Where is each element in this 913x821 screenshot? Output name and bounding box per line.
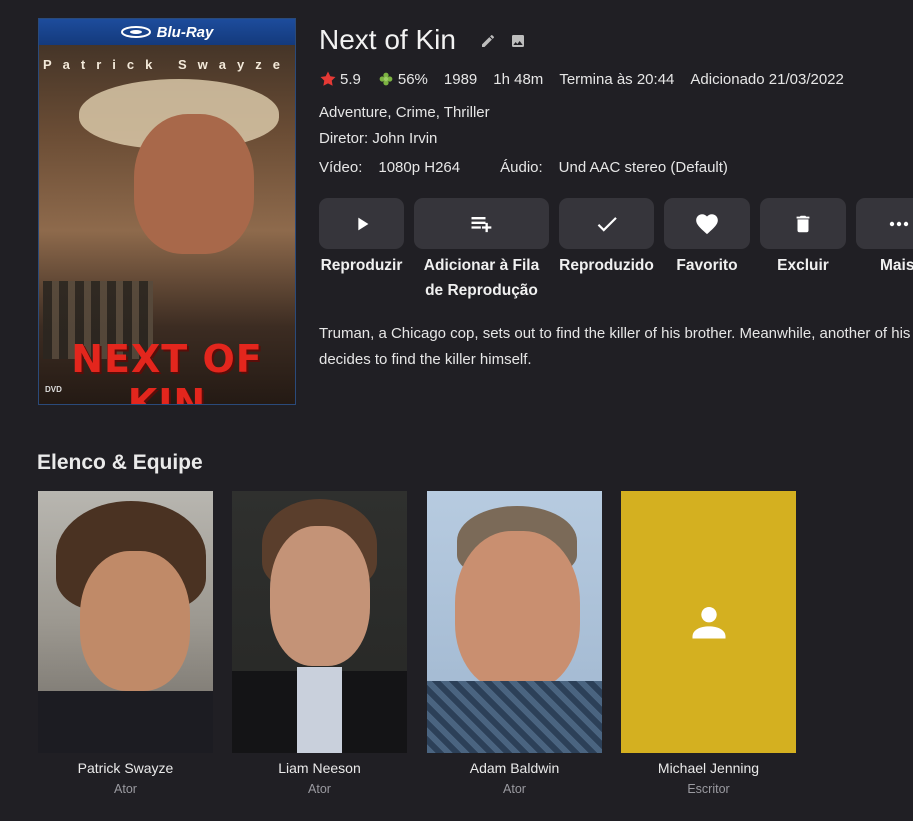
cast-card-liam-neeson[interactable]: [232, 491, 407, 753]
media-info: Vídeo: 1080p H264 Áudio: Und AAC stereo …: [319, 159, 728, 176]
poster-dvd-logo: DVD: [45, 385, 62, 394]
cast-role: Ator: [308, 782, 331, 796]
cast-role: Escritor: [687, 782, 730, 796]
overview-line-2: decides to find the killer himself.: [319, 351, 532, 368]
add-to-queue-button[interactable]: [414, 198, 549, 249]
movie-meta-row: 5.9 56% 1989 1h 48m Termina às 20:44 Adi…: [319, 70, 860, 88]
poster-face-art: [134, 114, 254, 254]
cast-role: Ator: [503, 782, 526, 796]
image-icon[interactable]: [510, 33, 526, 49]
heart-icon: [696, 213, 718, 234]
overview-line-1: Truman, a Chicago cop, sets out to find …: [319, 325, 913, 342]
portrait-face: [80, 551, 190, 691]
portrait-shirt: [38, 691, 213, 753]
favorite-button[interactable]: [664, 198, 750, 249]
critic-rating: 56%: [377, 70, 428, 88]
trash-icon: [796, 215, 810, 232]
portrait-shirt: [297, 667, 342, 753]
video-label: Vídeo:: [319, 159, 363, 176]
critic-rating-value: 56%: [397, 70, 428, 88]
director: Diretor: John Irvin: [319, 130, 438, 147]
cast-name[interactable]: Michael Jenning: [621, 760, 796, 776]
bluray-disc-icon: [120, 26, 151, 38]
more-button[interactable]: [856, 198, 913, 249]
delete-button[interactable]: [760, 198, 846, 249]
add-to-queue-label[interactable]: Adicionar à Fila de Reprodução: [414, 253, 549, 303]
cast-name[interactable]: Patrick Swayze: [38, 760, 213, 776]
movie-title: Next of Kin: [319, 24, 456, 55]
playlist-add-icon: [471, 216, 491, 232]
play-icon: [357, 217, 368, 230]
poster-actor-name: Patrick Swayze: [43, 57, 291, 72]
add-to-queue-label-line1: Adicionar à Fila: [423, 257, 540, 274]
audio-value: Und AAC stereo (Default): [558, 159, 728, 176]
more-label[interactable]: Mais: [880, 253, 913, 278]
audio-label: Áudio:: [500, 159, 543, 176]
release-year: 1989: [443, 70, 478, 88]
delete-label[interactable]: Excluir: [760, 253, 846, 278]
date-added: Adicionado 21/03/2022: [690, 70, 844, 88]
movie-poster[interactable]: Blu-Ray Patrick Swayze NEXT OF KIN DVD: [38, 18, 296, 405]
community-rating-value: 5.9: [340, 70, 361, 88]
play-button[interactable]: [319, 198, 404, 249]
check-icon: [597, 216, 617, 232]
movie-overview: Truman, a Chicago cop, sets out to find …: [319, 321, 913, 373]
more-horizontal-icon: [889, 221, 909, 226]
portrait-face: [270, 526, 370, 666]
community-rating: 5.9: [319, 70, 361, 88]
favorite-label[interactable]: Favorito: [664, 253, 750, 278]
play-label[interactable]: Reproduzir: [319, 253, 404, 278]
ends-at: Termina às 20:44: [559, 70, 675, 88]
played-button[interactable]: [559, 198, 654, 249]
cast-section-title: Elenco & Equipe: [37, 451, 203, 474]
cast-name[interactable]: Adam Baldwin: [427, 760, 602, 776]
cast-card-michael-jenning[interactable]: [621, 491, 796, 753]
bluray-banner: Blu-Ray: [39, 19, 295, 45]
star-icon: [320, 71, 336, 86]
bluray-label: Blu-Ray: [156, 23, 214, 41]
portrait-shirt: [427, 681, 602, 753]
cast-role: Ator: [114, 782, 137, 796]
cast-card-patrick-swayze[interactable]: [38, 491, 213, 753]
add-to-queue-label-line2: de Reprodução: [425, 282, 538, 299]
title-actions: [480, 33, 526, 49]
pencil-icon[interactable]: [480, 33, 496, 49]
runtime: 1h 48m: [493, 70, 544, 88]
genres: Adventure, Crime, Thriller: [319, 104, 490, 121]
cast-name[interactable]: Liam Neeson: [232, 760, 407, 776]
played-label[interactable]: Reproduzido: [559, 253, 654, 278]
cast-card-adam-baldwin[interactable]: [427, 491, 602, 753]
tomato-icon: [379, 72, 393, 86]
portrait-face: [455, 531, 580, 691]
video-value: 1080p H264: [378, 159, 461, 176]
poster-title-art: NEXT OF KIN: [71, 337, 263, 405]
person-icon: [692, 606, 725, 639]
